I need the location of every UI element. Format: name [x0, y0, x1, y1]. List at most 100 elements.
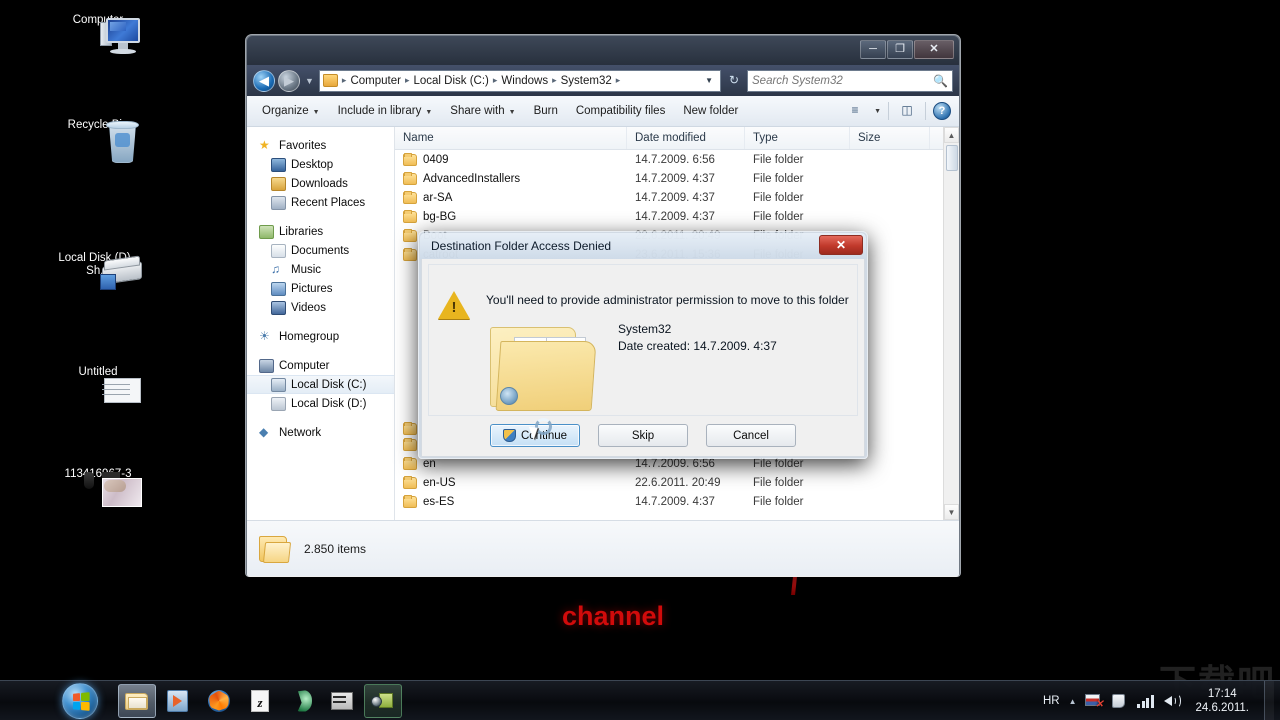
help-icon[interactable]: ?	[933, 102, 951, 120]
desktop-icon-computer[interactable]: Computer	[52, 14, 144, 27]
chevron-down-icon[interactable]: ▼	[874, 108, 881, 115]
address-breadcrumb-bar[interactable]: ▸ Computer ▸ Local Disk (C:) ▸ Windows ▸…	[319, 70, 721, 92]
column-header-size[interactable]: Size	[850, 127, 930, 149]
file-date: 14.7.2009. 4:37	[627, 173, 745, 185]
taskbar-item-windows-media-player[interactable]	[159, 684, 197, 718]
toolbar-include-in-library[interactable]: Include in library▼	[329, 101, 442, 121]
view-options-icon[interactable]: ≡	[844, 101, 866, 121]
breadcrumb-computer[interactable]: Computer	[347, 73, 404, 89]
column-header-name[interactable]: Name	[395, 127, 627, 149]
language-indicator[interactable]: HR	[1043, 695, 1060, 707]
column-header-date-modified[interactable]: Date modified	[627, 127, 745, 149]
toolbar-new-folder[interactable]: New folder	[674, 101, 747, 121]
search-input[interactable]	[752, 75, 933, 87]
taskbar-item-camera-app[interactable]	[364, 684, 402, 718]
taskbar[interactable]: z HR ▲ ✕ 17:14 24.6.2011.	[0, 680, 1280, 720]
sidebar-item-homegroup[interactable]: ☀ Homegroup	[247, 327, 394, 346]
preview-pane-icon[interactable]: ◫	[896, 101, 918, 121]
dialog-close-button[interactable]: ✕	[819, 235, 863, 255]
taskbar-item-windows-explorer[interactable]	[118, 684, 156, 718]
table-row[interactable]: AdvancedInstallers 14.7.2009. 4:37 File …	[395, 169, 959, 188]
start-button[interactable]	[62, 683, 98, 719]
taskbar-item-firefox[interactable]	[200, 684, 238, 718]
sidebar-item-label: Local Disk (D:)	[291, 398, 366, 410]
chevron-down-icon: ▼	[313, 109, 320, 116]
status-bar: 2.850 items	[247, 520, 959, 576]
show-hidden-icons-caret-icon[interactable]: ▲	[1069, 697, 1077, 706]
taskbar-item-nero[interactable]	[282, 684, 320, 718]
toolbar-organize[interactable]: Organize▼	[253, 101, 329, 121]
toolbar-compatibility-files[interactable]: Compatibility files	[567, 101, 674, 121]
desktop-icon-image[interactable]: 113416967-3	[52, 468, 144, 481]
toolbar-right-group: ≡ ▼ ◫ ?	[844, 101, 953, 121]
table-row[interactable]: ar-SA 14.7.2009. 4:37 File folder	[395, 188, 959, 207]
table-row[interactable]: bg-BG 14.7.2009. 4:37 File folder	[395, 207, 959, 226]
computer-icon	[259, 359, 274, 373]
file-type: File folder	[745, 192, 850, 204]
sidebar-item-network[interactable]: ◆ Network	[247, 423, 394, 442]
navigation-pane[interactable]: ★ Favorites Desktop Downloads Recent Pla…	[247, 127, 395, 520]
continue-button[interactable]: Continue	[490, 424, 580, 447]
sidebar-item-computer[interactable]: Computer	[247, 356, 394, 375]
folder-icon	[403, 173, 417, 185]
table-row[interactable]: es-ES 14.7.2009. 4:37 File folder	[395, 492, 959, 511]
forward-button[interactable]: ▶	[278, 70, 300, 92]
breadcrumb-local-disk-c[interactable]: Local Disk (C:)	[410, 73, 491, 89]
toolbar-share-with[interactable]: Share with▼	[441, 101, 524, 121]
scroll-up-arrow-icon[interactable]: ▲	[944, 127, 959, 143]
breadcrumb-system32[interactable]: System32	[558, 73, 615, 89]
sidebar-item-local-disk-d[interactable]: Local Disk (D:)	[247, 394, 394, 413]
column-header-type[interactable]: Type	[745, 127, 850, 149]
address-dropdown-icon[interactable]: ▼	[700, 76, 718, 85]
maximize-button[interactable]: ❐	[887, 40, 913, 59]
action-center-flag-icon[interactable]: ✕	[1085, 693, 1102, 709]
sidebar-item-libraries[interactable]: Libraries	[247, 222, 394, 241]
desktop-icon-recycle-bin[interactable]: Recycle Bin	[52, 119, 144, 132]
volume-icon[interactable]	[1163, 693, 1180, 709]
recent-pages-caret-icon[interactable]: ▼	[305, 76, 314, 86]
minimize-button[interactable]: ─	[860, 40, 886, 59]
folder-icon	[323, 74, 338, 87]
close-button[interactable]: ✕	[914, 40, 954, 59]
scroll-down-arrow-icon[interactable]: ▼	[944, 504, 959, 520]
sidebar-item-favorites[interactable]: ★ Favorites	[247, 136, 394, 155]
sidebar-item-desktop[interactable]: Desktop	[247, 155, 394, 174]
skip-button[interactable]: Skip	[598, 424, 688, 447]
taskbar-item-zoom-player[interactable]: z	[241, 684, 279, 718]
vertical-scrollbar[interactable]: ▲ ▼	[943, 127, 959, 520]
table-row[interactable]: en-US 22.6.2011. 20:49 File folder	[395, 473, 959, 492]
search-icon[interactable]: 🔍	[933, 74, 948, 88]
sidebar-item-pictures[interactable]: Pictures	[247, 279, 394, 298]
favorites-star-icon: ★	[259, 139, 274, 153]
show-desktop-button[interactable]	[1264, 681, 1274, 720]
network-action-icon[interactable]	[1111, 693, 1128, 709]
scrollbar-thumb[interactable]	[946, 145, 958, 171]
breadcrumb-windows[interactable]: Windows	[498, 73, 551, 89]
table-row[interactable]: 0409 14.7.2009. 6:56 File folder	[395, 150, 959, 169]
downloads-icon	[271, 177, 286, 191]
documents-icon	[271, 244, 286, 258]
network-signal-icon[interactable]	[1137, 694, 1154, 708]
system-tray: HR ▲ ✕ 17:14 24.6.2011.	[1043, 681, 1280, 720]
desktop-icon-untitled[interactable]: Untitled	[52, 366, 144, 379]
back-button[interactable]: ◀	[253, 70, 275, 92]
cancel-button[interactable]: Cancel	[706, 424, 796, 447]
refresh-button[interactable]: ↻	[724, 70, 744, 92]
clock[interactable]: 17:14 24.6.2011.	[1189, 687, 1255, 715]
search-box[interactable]: 🔍	[747, 70, 953, 92]
window-titlebar[interactable]: ─ ❐ ✕	[247, 36, 959, 65]
taskbar-item-text-editor[interactable]	[323, 684, 361, 718]
nav-group-network: ◆ Network	[247, 423, 394, 442]
sidebar-item-downloads[interactable]: Downloads	[247, 174, 394, 193]
toolbar-burn[interactable]: Burn	[525, 101, 567, 121]
sidebar-item-documents[interactable]: Documents	[247, 241, 394, 260]
destination-folder-access-denied-dialog[interactable]: Destination Folder Access Denied ✕ ! You…	[418, 231, 868, 459]
sidebar-item-recent-places[interactable]: Recent Places	[247, 193, 394, 212]
sidebar-item-videos[interactable]: Videos	[247, 298, 394, 317]
nav-group-computer: Computer Local Disk (C:) Local Disk (D:)	[247, 356, 394, 413]
dialog-titlebar[interactable]: Destination Folder Access Denied ✕	[420, 233, 866, 259]
toolbar-label: Share with	[450, 105, 504, 117]
sidebar-item-music[interactable]: ♫ Music	[247, 260, 394, 279]
desktop-icon-local-disk-d[interactable]: Local Disk (D) - Sh...	[52, 252, 144, 278]
sidebar-item-local-disk-c[interactable]: Local Disk (C:)	[247, 375, 394, 394]
